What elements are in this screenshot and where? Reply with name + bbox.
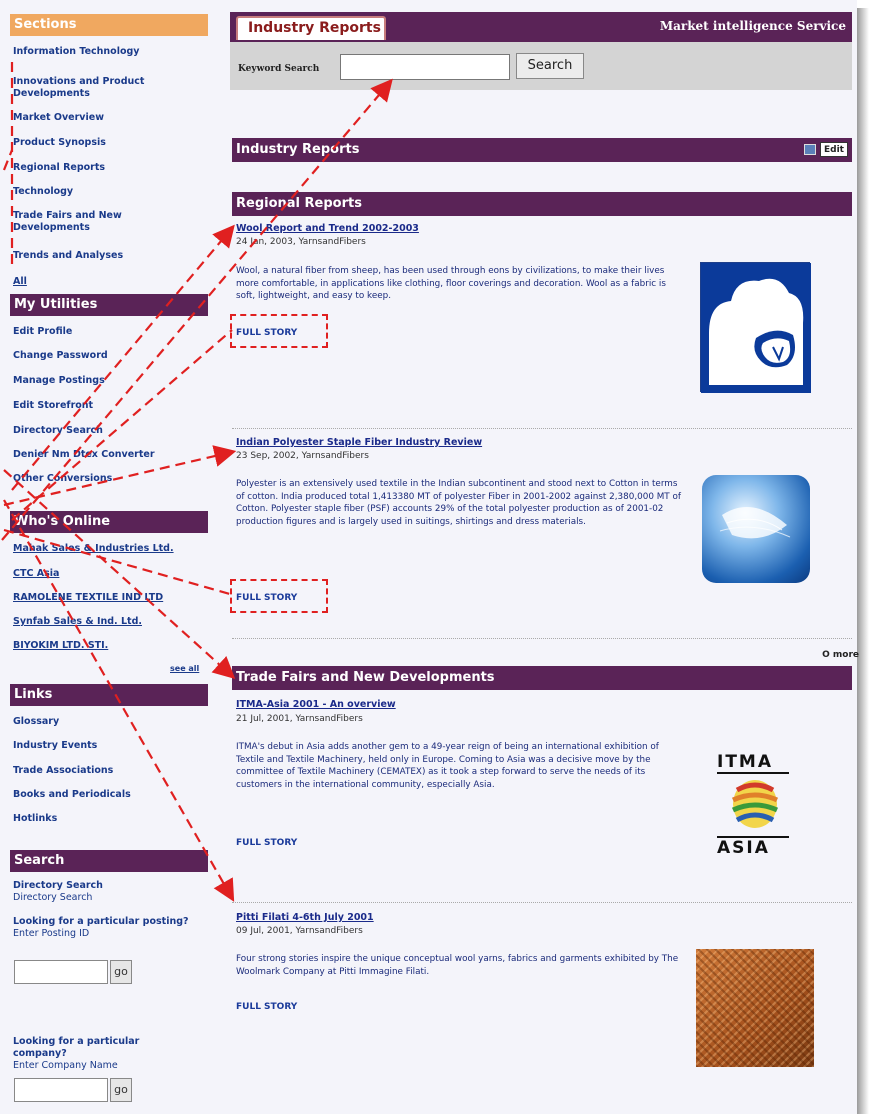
my-utilities-heading: My Utilities xyxy=(10,294,208,316)
edit-button[interactable]: Edit xyxy=(820,142,848,157)
online-user-4[interactable]: Synfab Sales & Ind. Ltd. xyxy=(13,616,203,628)
article-divider xyxy=(232,902,852,903)
search-button[interactable]: Search xyxy=(516,53,584,79)
industry-reports-bar: Industry Reports Edit xyxy=(232,138,852,162)
company-question: Looking for a particular company? xyxy=(13,1036,140,1059)
sidebar-item-technology[interactable]: Technology xyxy=(13,186,203,198)
posting-id-input[interactable] xyxy=(14,960,108,984)
top-bar: Industry Reports Market intelligence Ser… xyxy=(230,12,852,42)
article-body-polyester: Polyester is an extensively used textile… xyxy=(236,479,681,527)
article-date-wool: 24 Jan, 2003, YarnsandFibers xyxy=(236,237,366,247)
more-link[interactable]: O more xyxy=(822,650,859,660)
article-body-itma: ITMA's debut in Asia adds another gem to… xyxy=(236,742,659,790)
edit-icon[interactable] xyxy=(804,144,816,155)
industry-reports-bar-title: Industry Reports xyxy=(236,142,360,157)
polyester-fiber-image xyxy=(702,475,810,583)
online-user-2[interactable]: CTC Asia xyxy=(13,568,203,580)
sidebar-item-product-synopsis[interactable]: Product Synopsis xyxy=(13,137,203,149)
utility-directory-search[interactable]: Directory Search xyxy=(13,425,203,437)
posting-id-label: Enter Posting ID xyxy=(13,928,90,939)
page-shadow xyxy=(857,8,869,1114)
sidebar-item-regional-reports[interactable]: Regional Reports xyxy=(13,162,203,174)
company-name-label: Enter Company Name xyxy=(13,1060,118,1071)
online-user-5[interactable]: BIYOKIM LTD. STI. xyxy=(13,640,203,652)
full-story-highlight-box xyxy=(230,579,328,613)
link-industry-events[interactable]: Industry Events xyxy=(13,740,203,752)
sidebar-item-trends[interactable]: Trends and Analyses xyxy=(13,250,203,262)
article-title-polyester[interactable]: Indian Polyester Staple Fiber Industry R… xyxy=(236,437,482,448)
search-heading: Search xyxy=(10,850,208,872)
itma-asia-logo: ITMA ASIA xyxy=(715,752,795,858)
company-name-input[interactable] xyxy=(14,1078,108,1102)
link-trade-associations[interactable]: Trade Associations xyxy=(13,765,203,777)
directory-search-title: Directory Search xyxy=(13,880,103,891)
itma-logo-top-text: ITMA xyxy=(717,752,789,774)
article-title-wool[interactable]: Wool Report and Trend 2002-2003 xyxy=(236,223,419,234)
keyword-search-label: Keyword Search xyxy=(238,64,320,74)
article-body-wool: Wool, a natural fiber from sheep, has be… xyxy=(236,266,666,301)
article-date-itma: 21 Jul, 2001, YarnsandFibers xyxy=(236,714,363,724)
article-body-pitti: Four strong stories inspire the unique c… xyxy=(236,954,679,977)
sidebar-item-trade-fairs[interactable]: Trade Fairs and New Developments xyxy=(13,210,163,234)
link-hotlinks[interactable]: Hotlinks xyxy=(13,813,203,825)
article-title-pitti[interactable]: Pitti Filati 4-6th July 2001 xyxy=(236,912,374,923)
trade-fairs-bar: Trade Fairs and New Developments xyxy=(232,666,852,690)
posting-go-button[interactable]: go xyxy=(110,960,132,984)
sidebar-item-information-technology[interactable]: Information Technology xyxy=(13,46,203,58)
utility-change-password[interactable]: Change Password xyxy=(13,350,203,362)
keyword-search-bar: Keyword Search Search xyxy=(230,42,852,90)
sidebar-item-market-overview[interactable]: Market Overview xyxy=(13,112,203,124)
article-divider xyxy=(232,428,852,429)
utility-other-conversions[interactable]: Other Conversions xyxy=(13,473,203,485)
whos-online-heading: Who's Online xyxy=(10,511,208,533)
posting-question: Looking for a particular posting? xyxy=(13,916,189,927)
sidebar-item-innovations[interactable]: Innovations and Product Developments xyxy=(13,76,203,100)
regional-reports-bar: Regional Reports xyxy=(232,192,852,216)
link-books-periodicals[interactable]: Books and Periodicals xyxy=(13,789,203,801)
online-see-all-link[interactable]: see all xyxy=(170,664,199,673)
itma-logo-bottom-text: ASIA xyxy=(717,836,789,858)
sidebar-item-all[interactable]: All xyxy=(13,276,203,288)
full-story-link-itma[interactable]: FULL STORY xyxy=(236,838,297,848)
article-divider xyxy=(232,638,852,639)
links-heading: Links xyxy=(10,684,208,706)
industry-reports-tab[interactable]: Industry Reports xyxy=(236,16,386,40)
link-glossary[interactable]: Glossary xyxy=(13,716,203,728)
article-title-itma[interactable]: ITMA-Asia 2001 - An overview xyxy=(236,699,396,710)
utility-edit-storefront[interactable]: Edit Storefront xyxy=(13,400,203,412)
utility-denier-converter[interactable]: Denier Nm Dtex Converter xyxy=(13,449,203,461)
article-date-polyester: 23 Sep, 2002, YarnsandFibers xyxy=(236,451,369,461)
utility-manage-postings[interactable]: Manage Postings xyxy=(13,375,203,387)
sidebar: Sections Information Technology Innovati… xyxy=(0,0,218,1114)
directory-search-link[interactable]: Directory Search xyxy=(13,892,203,904)
utility-edit-profile[interactable]: Edit Profile xyxy=(13,326,203,338)
online-user-3[interactable]: RAMOLENE TEXTILE IND LTD xyxy=(13,592,203,604)
sections-heading: Sections xyxy=(10,14,208,36)
woven-fabric-image xyxy=(696,949,814,1067)
full-story-link-pitti[interactable]: FULL STORY xyxy=(236,1002,297,1012)
article-date-pitti: 09 Jul, 2001, YarnsandFibers xyxy=(236,926,363,936)
online-user-1[interactable]: Mahak Sales & Industries Ltd. xyxy=(13,543,203,555)
wool-logo-image xyxy=(700,262,811,393)
keyword-search-input[interactable] xyxy=(340,54,510,80)
company-go-button[interactable]: go xyxy=(110,1078,132,1102)
service-title: Market intelligence Service xyxy=(659,19,846,33)
full-story-highlight-box xyxy=(230,314,328,348)
